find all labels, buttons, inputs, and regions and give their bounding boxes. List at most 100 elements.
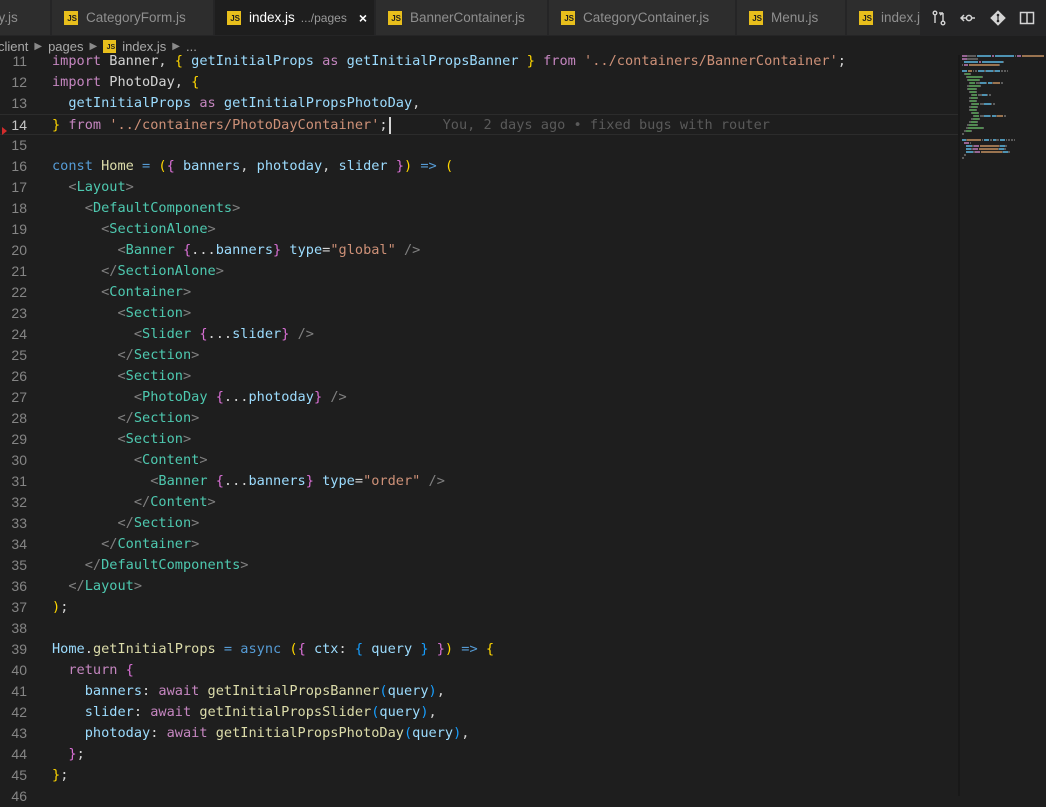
minimap-line xyxy=(1017,55,1021,57)
code-line[interactable]: 27 <PhotoDay {...photoday} /> xyxy=(0,387,960,408)
code-line[interactable]: 11 import Banner, { getInitialProps as ge… xyxy=(0,51,960,72)
minimap-line xyxy=(971,130,972,132)
tab-menu-js[interactable]: JS Menu.js xyxy=(737,0,846,35)
minimap-line xyxy=(976,109,977,111)
code-text: <Banner {...banners} type="order" /> xyxy=(150,473,445,489)
minimap-line xyxy=(969,64,999,66)
code-line[interactable]: 16 const Home = ({ banners, photoday, sli… xyxy=(0,156,960,177)
minimap-line xyxy=(976,91,977,93)
code-line[interactable]: 24 <Slider {...slider} /> xyxy=(0,324,960,345)
line-number: 36 xyxy=(11,578,27,594)
minimap-line xyxy=(967,55,975,57)
tab-index-js-pages[interactable]: JS index.js .../pages × xyxy=(215,0,375,35)
code-line[interactable]: 46 xyxy=(0,786,960,807)
close-icon[interactable]: × xyxy=(359,10,367,26)
minimap-line xyxy=(973,70,974,72)
minimap-line xyxy=(991,139,992,141)
code-line[interactable]: 44 }; xyxy=(0,744,960,765)
minimap-line xyxy=(964,64,968,66)
code-line[interactable]: 32 </Content> xyxy=(0,492,960,513)
code-line[interactable]: 39 Home.getInitialProps = async ({ ctx: {… xyxy=(0,639,960,660)
code-text: ); xyxy=(52,599,69,615)
minimap-line xyxy=(995,70,1000,72)
minimap-line xyxy=(965,154,966,156)
minimap-line xyxy=(977,121,978,123)
code-line[interactable]: 17 <Layout> xyxy=(0,177,960,198)
code-editor[interactable]: 11 import Banner, { getInitialProps as ge… xyxy=(0,51,960,804)
code-line[interactable]: 14} from '../containers/PhotoDayContaine… xyxy=(0,114,960,135)
code-text: } from '../containers/PhotoDayContainer'… xyxy=(52,116,770,134)
minimap-line xyxy=(984,103,991,105)
code-text: <Slider {...slider} /> xyxy=(133,326,314,342)
minimap-line xyxy=(963,133,964,135)
code-line[interactable]: 41 banners: await getInitialPropsBanner(… xyxy=(0,681,960,702)
tab-index-js[interactable]: JS index.js xyxy=(847,0,927,35)
minimap-line xyxy=(979,148,998,150)
minimap-line xyxy=(999,64,1000,66)
code-line[interactable]: 26 <Section> xyxy=(0,366,960,387)
line-number: 39 xyxy=(11,641,27,657)
line-number: 43 xyxy=(11,725,27,741)
minimap-line xyxy=(1011,139,1013,141)
code-line[interactable]: 43 photoday: await getInitialPropsPhotoD… xyxy=(0,723,960,744)
code-line[interactable]: 31 <Banner {...banners} type="order" /> xyxy=(0,471,960,492)
line-number: 15 xyxy=(11,137,27,153)
line-number: 13 xyxy=(11,95,27,111)
code-line[interactable]: 28 </Section> xyxy=(0,408,960,429)
minimap-line xyxy=(974,115,979,117)
code-line[interactable]: 18 <DefaultComponents> xyxy=(0,198,960,219)
code-line[interactable]: 33 </Section> xyxy=(0,513,960,534)
minimap-line xyxy=(993,82,1000,84)
chevron-right-icon: ▶ xyxy=(172,40,180,52)
line-number: 28 xyxy=(11,410,27,426)
minimap-line xyxy=(974,145,979,147)
git-icon[interactable] xyxy=(987,7,1009,29)
code-text: }; xyxy=(68,746,85,762)
code-line[interactable]: 37); xyxy=(0,597,960,618)
code-line[interactable]: 40 return { xyxy=(0,660,960,681)
minimap-line xyxy=(979,118,980,120)
code-line[interactable]: 12 import PhotoDay, { xyxy=(0,72,960,93)
code-line[interactable]: 30 <Content> xyxy=(0,450,960,471)
code-line[interactable]: 42 slider: await getInitialPropsSlider(q… xyxy=(0,702,960,723)
code-line[interactable]: 13 getInitialProps as getInitialPropsPho… xyxy=(0,93,960,114)
minimap-line xyxy=(987,94,988,96)
open-changes-icon[interactable] xyxy=(957,7,979,29)
code-text: <PhotoDay {...photoday} /> xyxy=(133,389,347,405)
code-line[interactable]: 20 <Banner {...banners} type="global" /> xyxy=(0,240,960,261)
line-number: 25 xyxy=(11,347,27,363)
tab-ry-js[interactable]: JS ry.js xyxy=(0,0,51,35)
code-line[interactable]: 35 </DefaultComponents> xyxy=(0,555,960,576)
code-text: </Section> xyxy=(117,515,200,531)
code-text: import PhotoDay, { xyxy=(52,74,200,90)
tab-categorycontainer-js[interactable]: JS CategoryContainer.js xyxy=(549,0,736,35)
code-line[interactable]: 36 </Layout> xyxy=(0,576,960,597)
line-number: 42 xyxy=(11,704,27,720)
line-number: 18 xyxy=(11,200,27,216)
tab-label: Menu.js xyxy=(771,10,819,25)
code-line[interactable]: 21 </SectionAlone> xyxy=(0,261,960,282)
code-line[interactable]: 23 <Section> xyxy=(0,303,960,324)
code-text: <SectionAlone> xyxy=(101,221,216,237)
split-editor-icon[interactable] xyxy=(1016,7,1038,29)
minimap-line xyxy=(986,70,993,72)
minimap-line xyxy=(1014,139,1015,141)
code-line[interactable]: 19 <SectionAlone> xyxy=(0,219,960,240)
code-line[interactable]: 22 <Container> xyxy=(0,282,960,303)
line-number: 17 xyxy=(11,179,27,195)
minimap-line xyxy=(968,127,983,129)
code-line[interactable]: 45}; xyxy=(0,765,960,786)
js-file-icon: JS xyxy=(64,10,78,25)
code-line[interactable]: 15 xyxy=(0,135,960,156)
code-line[interactable]: 29 <Section> xyxy=(0,429,960,450)
code-line[interactable]: 25 </Section> xyxy=(0,345,960,366)
compare-changes-icon[interactable] xyxy=(928,7,950,29)
tab-label: CategoryContainer.js xyxy=(583,10,710,25)
minimap[interactable] xyxy=(960,55,1046,185)
code-line[interactable]: 34 </Container> xyxy=(0,534,960,555)
minimap-line xyxy=(969,85,980,87)
minimap-line xyxy=(979,61,981,63)
tab-categoryform-js[interactable]: JS CategoryForm.js xyxy=(52,0,214,35)
tab-bannercontainer-js[interactable]: JS BannerContainer.js xyxy=(376,0,548,35)
code-line[interactable]: 38 xyxy=(0,618,960,639)
